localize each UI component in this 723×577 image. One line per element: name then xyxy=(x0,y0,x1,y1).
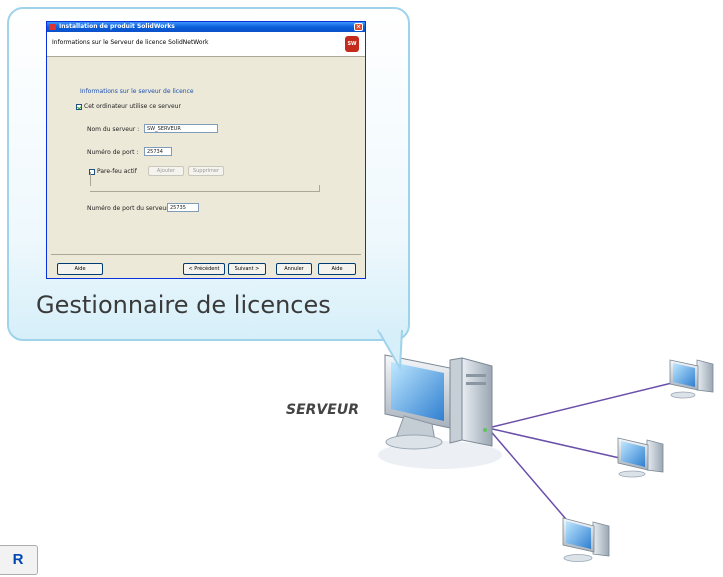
group-border xyxy=(90,185,320,192)
use-server-checkbox[interactable] xyxy=(76,103,82,110)
port-input[interactable]: 25734 xyxy=(144,147,172,156)
server-name-label: Nom du serveur : xyxy=(87,126,140,133)
group-border-left xyxy=(90,172,91,186)
close-button[interactable]: ✕ xyxy=(354,23,363,31)
finish-button[interactable]: Aide xyxy=(318,263,356,275)
port-label: Numéro de port : xyxy=(87,149,139,156)
app-icon xyxy=(49,24,56,30)
firewall-add-button[interactable]: Ajouter xyxy=(148,166,184,176)
license-manager-caption: Gestionnaire de licences xyxy=(36,291,331,319)
corner-r-button[interactable]: R xyxy=(0,545,38,575)
footer-separator xyxy=(51,254,361,255)
section-title: Informations sur le serveur de licence xyxy=(80,88,194,95)
next-button[interactable]: Suivant > xyxy=(228,263,266,275)
use-server-label: Cet ordinateur utilise ce serveur xyxy=(84,103,181,110)
dialog-header: Informations sur le Serveur de licence S… xyxy=(47,32,365,57)
logo-icon: SW xyxy=(345,36,359,52)
firewall-label: Pare-feu actif xyxy=(97,168,137,175)
server-port-label: Numéro de port du serveur : xyxy=(87,205,173,212)
cancel-button[interactable]: Annuler xyxy=(276,263,312,275)
dialog-titlebar: Installation de produit SolidWorks ✕ xyxy=(47,22,365,32)
callout-tail xyxy=(377,328,403,372)
server-label: SERVEUR xyxy=(286,402,359,418)
license-dialog: Installation de produit SolidWorks ✕ Inf… xyxy=(46,21,366,279)
firewall-checkbox-row[interactable]: Pare-feu actif xyxy=(89,168,137,175)
client-computer-1 xyxy=(669,359,714,399)
server-name-input[interactable]: SW_SERVEUR xyxy=(144,124,218,133)
back-button[interactable]: < Précédent xyxy=(183,263,225,275)
client-computer-3 xyxy=(562,517,610,562)
use-server-checkbox-row[interactable]: Cet ordinateur utilise ce serveur xyxy=(76,103,181,110)
server-computer xyxy=(378,354,502,469)
server-port-input[interactable]: 25735 xyxy=(167,203,199,212)
firewall-remove-button[interactable]: Supprimer xyxy=(188,166,224,176)
dialog-title: Installation de produit SolidWorks xyxy=(59,23,175,30)
help-button[interactable]: Aide xyxy=(57,263,103,275)
header-title: Informations sur le Serveur de licence S… xyxy=(52,39,209,46)
client-computer-2 xyxy=(617,437,664,478)
